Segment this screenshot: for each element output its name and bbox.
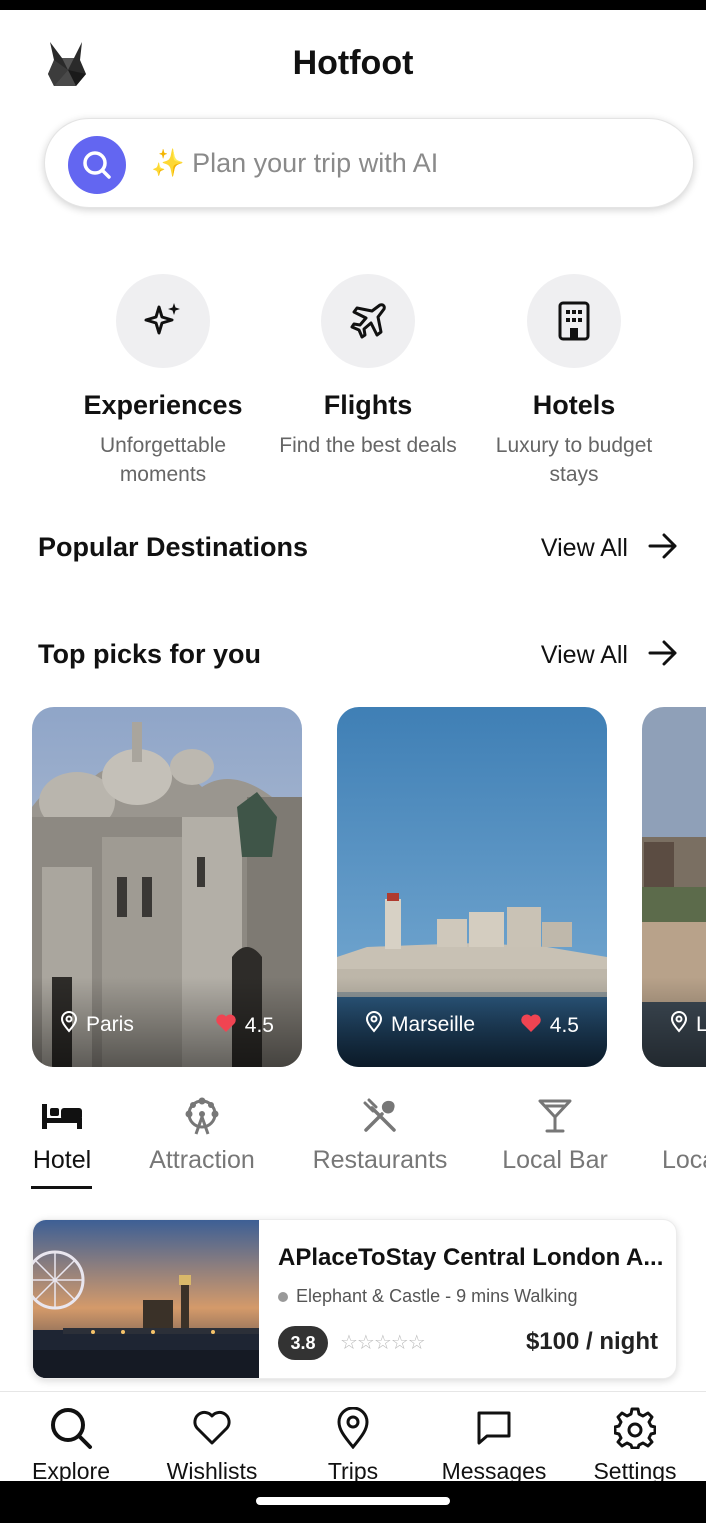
category-title: Flights	[323, 390, 413, 420]
search-icon	[6, 1406, 136, 1450]
tab-label: Hotel	[32, 1146, 92, 1174]
airplane-icon	[321, 274, 415, 368]
tab-attraction[interactable]: Attraction	[142, 1096, 262, 1175]
category-hotels[interactable]: Hotels Luxury to budget stays	[474, 274, 674, 489]
search-icon[interactable]	[68, 136, 126, 194]
tab-hotel[interactable]: Hotel	[22, 1096, 102, 1175]
message-icon	[429, 1406, 559, 1450]
category-tabs: Hotel Attraction Restaurants Local Bar L…	[0, 1096, 706, 1191]
app-title: Hotfoot	[292, 44, 414, 82]
tab-local-bar[interactable]: Local Bar	[497, 1096, 613, 1175]
card-rating-value: 4.5	[549, 1014, 579, 1037]
nav-trips[interactable]: Trips	[288, 1406, 418, 1485]
gear-icon	[570, 1406, 700, 1450]
nav-messages[interactable]: Messages	[429, 1406, 559, 1485]
tab-label: Restaurants	[312, 1146, 448, 1174]
tab-label: Local Bar	[502, 1146, 608, 1174]
hotel-image	[33, 1220, 259, 1378]
view-all-label: View All	[540, 640, 628, 669]
card-rating: 4.5	[215, 1013, 274, 1039]
arrow-right-icon	[648, 640, 678, 671]
destination-card-partial[interactable]: L	[642, 707, 706, 1067]
star-rating-icon: ☆☆☆☆☆	[340, 1332, 426, 1354]
cocktail-icon	[497, 1096, 613, 1136]
view-all-button[interactable]: View All	[541, 633, 678, 677]
heart-icon	[520, 1013, 542, 1039]
nav-settings[interactable]: Settings	[570, 1406, 700, 1485]
nav-explore[interactable]: Explore	[6, 1406, 136, 1485]
card-city: L	[696, 1013, 706, 1036]
status-bar	[0, 0, 706, 10]
search-bar[interactable]: ✨ Plan your trip with AI	[44, 118, 694, 208]
heart-icon	[147, 1406, 277, 1450]
hotel-listing-card[interactable]: APlaceToStay Central London A... Elephan…	[32, 1219, 677, 1379]
app-header: Hotfoot	[0, 10, 706, 110]
map-pin-icon	[670, 1011, 688, 1039]
tab-partial[interactable]: Loca	[662, 1096, 706, 1175]
utensils-icon	[305, 1096, 455, 1136]
search-placeholder: ✨ Plan your trip with AI	[151, 148, 439, 178]
destination-card-marseille[interactable]: Marseille 4.5	[337, 707, 607, 1067]
category-subtitle: Unforgettable moments	[99, 434, 227, 486]
arrow-right-icon	[648, 533, 678, 564]
hotel-location-text: Elephant & Castle - 9 mins Walking	[296, 1286, 578, 1306]
map-pin-icon	[60, 1011, 78, 1039]
location-dot-icon	[278, 1291, 288, 1302]
sparkles-icon	[116, 274, 210, 368]
view-all-button[interactable]: View All	[541, 526, 678, 570]
category-subtitle: Find the best deals	[279, 434, 457, 457]
top-picks-header: Top picks for you View All	[38, 633, 678, 677]
card-location: Paris	[60, 1011, 134, 1039]
category-title: Experiences	[83, 390, 243, 420]
heart-icon	[215, 1013, 237, 1039]
card-location: Marseille	[365, 1011, 475, 1039]
rating-badge: 3.8	[278, 1326, 328, 1360]
category-subtitle: Luxury to budget stays	[495, 434, 653, 486]
map-pin-icon	[365, 1011, 383, 1039]
tab-label: Attraction	[149, 1146, 255, 1174]
hotel-name: APlaceToStay Central London A...	[278, 1244, 664, 1271]
category-title: Hotels	[532, 390, 616, 420]
card-location: L	[670, 1011, 706, 1039]
nav-wishlists[interactable]: Wishlists	[147, 1406, 277, 1485]
view-all-label: View All	[540, 533, 628, 562]
active-tab-indicator	[31, 1186, 92, 1189]
card-city: Marseille	[391, 1013, 476, 1036]
category-flights[interactable]: Flights Find the best deals	[268, 274, 468, 460]
ferris-wheel-icon	[142, 1096, 262, 1136]
card-rating-value: 4.5	[244, 1014, 274, 1037]
card-rating: 4.5	[520, 1013, 579, 1039]
card-city: Paris	[86, 1013, 134, 1036]
tab-label: Loca	[662, 1146, 706, 1174]
popular-destinations-header: Popular Destinations View All	[38, 526, 678, 570]
bottom-navigation: Explore Wishlists Trips Messages Setting…	[0, 1391, 706, 1484]
section-title: Top picks for you	[38, 639, 262, 669]
home-indicator[interactable]	[256, 1497, 450, 1505]
category-experiences[interactable]: Experiences Unforgettable moments	[63, 274, 263, 489]
map-pin-icon	[288, 1406, 418, 1450]
hotel-location: Elephant & Castle - 9 mins Walking	[278, 1286, 577, 1307]
bed-icon	[22, 1096, 102, 1136]
destination-card-paris[interactable]: Paris 4.5	[32, 707, 302, 1067]
building-icon	[527, 274, 621, 368]
system-navigation-bar	[0, 1481, 706, 1523]
section-title: Popular Destinations	[38, 532, 309, 562]
tab-restaurants[interactable]: Restaurants	[305, 1096, 455, 1175]
hotel-price: $100 / night	[525, 1328, 658, 1355]
